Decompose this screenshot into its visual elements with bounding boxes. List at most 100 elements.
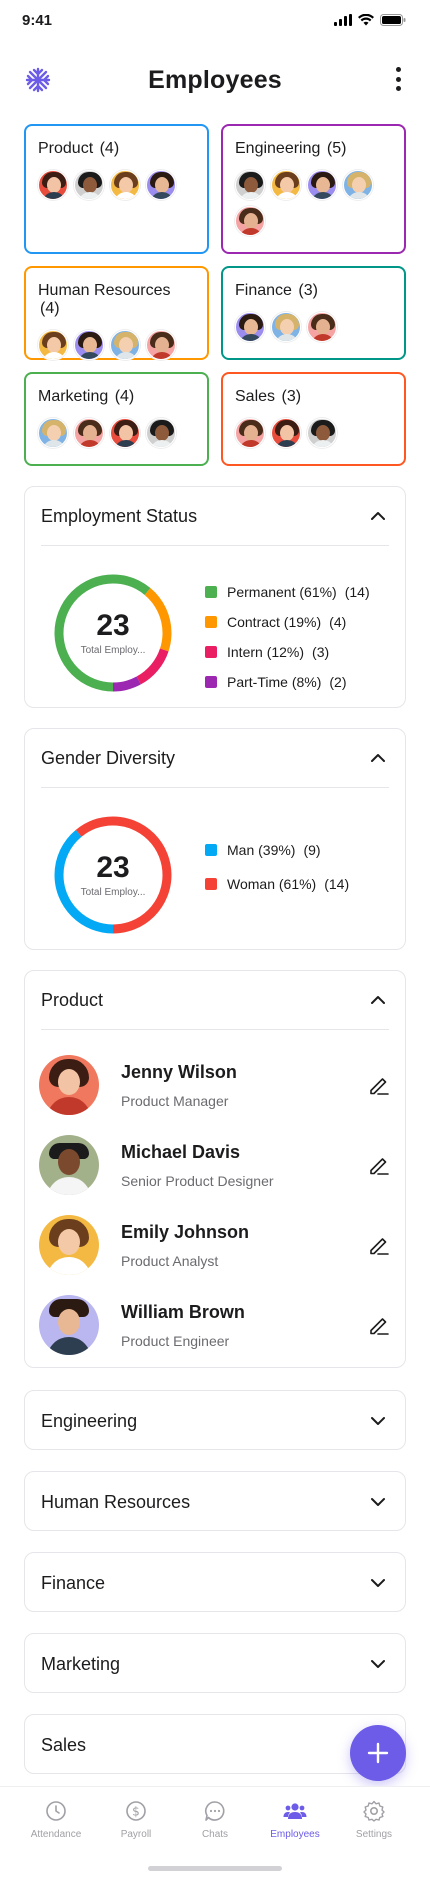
dept-card-finance[interactable]: Finance (3) bbox=[221, 266, 406, 360]
chevron-up-icon[interactable] bbox=[367, 989, 389, 1011]
section-header[interactable]: Human Resources bbox=[25, 1472, 405, 1532]
more-vertical-icon[interactable] bbox=[386, 64, 410, 94]
legend-swatch bbox=[205, 646, 217, 658]
edit-icon[interactable] bbox=[367, 1313, 391, 1337]
nav-payroll[interactable]: $ Payroll bbox=[96, 1799, 176, 1840]
dept-count: (5) bbox=[326, 140, 347, 157]
dept-name: Human Resources bbox=[38, 282, 171, 299]
add-employee-button[interactable] bbox=[350, 1725, 406, 1781]
nav-employees[interactable]: Employees bbox=[255, 1799, 335, 1840]
gender-legend: Man (39%) (9) Woman (61%) (14) bbox=[205, 833, 349, 901]
dept-name: Engineering bbox=[235, 140, 321, 157]
chat-icon bbox=[204, 1801, 225, 1821]
edit-icon[interactable] bbox=[367, 1073, 391, 1097]
battery-icon bbox=[380, 14, 406, 26]
human-resources-section[interactable]: Human Resources bbox=[24, 1471, 406, 1531]
edit-icon[interactable] bbox=[367, 1153, 391, 1177]
avatar bbox=[74, 330, 104, 360]
nav-settings[interactable]: Settings bbox=[334, 1799, 414, 1840]
employee-row[interactable]: Jenny Wilson Product Manager bbox=[39, 1053, 391, 1117]
employee-row[interactable]: Michael Davis Senior Product Designer bbox=[39, 1133, 391, 1197]
nav-label: Payroll bbox=[120, 1829, 152, 1840]
dept-name: Marketing bbox=[38, 388, 109, 405]
avatar bbox=[146, 170, 176, 200]
chevron-down-icon[interactable] bbox=[367, 1572, 389, 1594]
dept-avatars bbox=[38, 418, 198, 448]
legend-label: Woman (61%) bbox=[227, 876, 317, 892]
avatar bbox=[271, 312, 301, 342]
section-header[interactable]: Marketing bbox=[25, 1634, 405, 1694]
donut-total: 23 bbox=[96, 851, 130, 884]
employee-row[interactable]: Emily Johnson Product Analyst bbox=[39, 1213, 391, 1277]
employee-info: William Brown Product Engineer bbox=[121, 1302, 367, 1349]
legend-count: (3) bbox=[312, 644, 330, 660]
chevron-up-icon[interactable] bbox=[367, 505, 389, 527]
dept-card-product[interactable]: Product (4) bbox=[24, 124, 209, 254]
employee-name: Michael Davis bbox=[121, 1141, 241, 1162]
avatar bbox=[39, 1295, 99, 1355]
dept-name: Finance bbox=[235, 282, 292, 299]
dept-count: (3) bbox=[281, 388, 302, 405]
finance-section[interactable]: Finance bbox=[24, 1552, 406, 1612]
marketing-section[interactable]: Marketing bbox=[24, 1633, 406, 1693]
legend-swatch bbox=[205, 616, 217, 628]
divider bbox=[41, 787, 389, 788]
employee-name: Jenny Wilson bbox=[121, 1061, 237, 1082]
legend-item: Intern (12%) (3) bbox=[205, 637, 370, 667]
dept-count: (3) bbox=[298, 282, 318, 299]
nav-chats[interactable]: Chats bbox=[175, 1799, 255, 1840]
legend-item: Permanent (61%) (14) bbox=[205, 577, 370, 607]
panel-title: Sales bbox=[41, 1734, 87, 1755]
donut-center: 23 Total Employ... bbox=[51, 571, 175, 695]
plus-icon bbox=[367, 1742, 389, 1764]
sales-section[interactable]: Sales bbox=[24, 1714, 406, 1774]
employee-name: William Brown bbox=[121, 1301, 245, 1322]
chevron-down-icon[interactable] bbox=[367, 1653, 389, 1675]
dept-avatars bbox=[235, 170, 395, 236]
legend-count: (2) bbox=[329, 674, 347, 690]
gender-donut-chart: 23 Total Employ... bbox=[51, 813, 175, 937]
legend-swatch bbox=[205, 844, 217, 856]
section-header[interactable]: Engineering bbox=[25, 1391, 405, 1451]
chevron-down-icon[interactable] bbox=[367, 1491, 389, 1513]
gender-diversity-panel: Gender Diversity 23 Total Employ... Man … bbox=[24, 728, 406, 950]
nav-attendance[interactable]: Attendance bbox=[16, 1799, 96, 1840]
legend-label: Intern (12%) bbox=[227, 644, 305, 660]
chevron-down-icon[interactable] bbox=[367, 1410, 389, 1432]
dept-card-engineering[interactable]: Engineering (5) bbox=[221, 124, 406, 254]
avatar bbox=[39, 1135, 99, 1195]
dept-title: Sales (3) bbox=[235, 388, 392, 406]
edit-icon[interactable] bbox=[367, 1233, 391, 1257]
clock-icon bbox=[46, 1801, 66, 1821]
dept-card-marketing[interactable]: Marketing (4) bbox=[24, 372, 209, 466]
employee-role: Product Analyst bbox=[121, 1252, 219, 1269]
nav-label: Settings bbox=[355, 1829, 393, 1840]
avatar bbox=[38, 170, 68, 200]
avatar bbox=[343, 170, 373, 200]
gender-diversity-header[interactable]: Gender Diversity bbox=[25, 729, 405, 787]
section-header[interactable]: Finance bbox=[25, 1553, 405, 1613]
employment-status-header[interactable]: Employment Status bbox=[25, 487, 405, 545]
legend-count: (9) bbox=[303, 842, 321, 858]
product-section-header[interactable]: Product bbox=[25, 971, 405, 1029]
employment-donut-chart: 23 Total Employ... bbox=[51, 571, 175, 695]
section-header[interactable]: Sales bbox=[25, 1715, 405, 1775]
employee-info: Jenny Wilson Product Manager bbox=[121, 1062, 367, 1109]
page-title: Employees bbox=[148, 66, 282, 94]
legend-item: Man (39%) (9) bbox=[205, 833, 349, 867]
legend-label: Man (39%) bbox=[227, 842, 296, 858]
status-icons bbox=[334, 14, 406, 26]
chevron-up-icon[interactable] bbox=[367, 747, 389, 769]
engineering-section[interactable]: Engineering bbox=[24, 1390, 406, 1450]
dept-avatars bbox=[235, 418, 395, 448]
home-indicator bbox=[148, 1866, 282, 1871]
employee-row[interactable]: William Brown Product Engineer bbox=[39, 1293, 391, 1357]
donut-total: 23 bbox=[96, 609, 130, 642]
donut-total-label: Total Employ... bbox=[80, 887, 146, 898]
dept-card-sales[interactable]: Sales (3) bbox=[221, 372, 406, 466]
dept-name: Sales bbox=[235, 388, 276, 405]
dept-title: Human Resources (4) bbox=[38, 282, 195, 318]
dept-card-human-resources[interactable]: Human Resources (4) bbox=[24, 266, 209, 360]
legend-label: Part-Time (8%) bbox=[227, 674, 322, 690]
status-bar: 9:41 bbox=[0, 0, 430, 44]
